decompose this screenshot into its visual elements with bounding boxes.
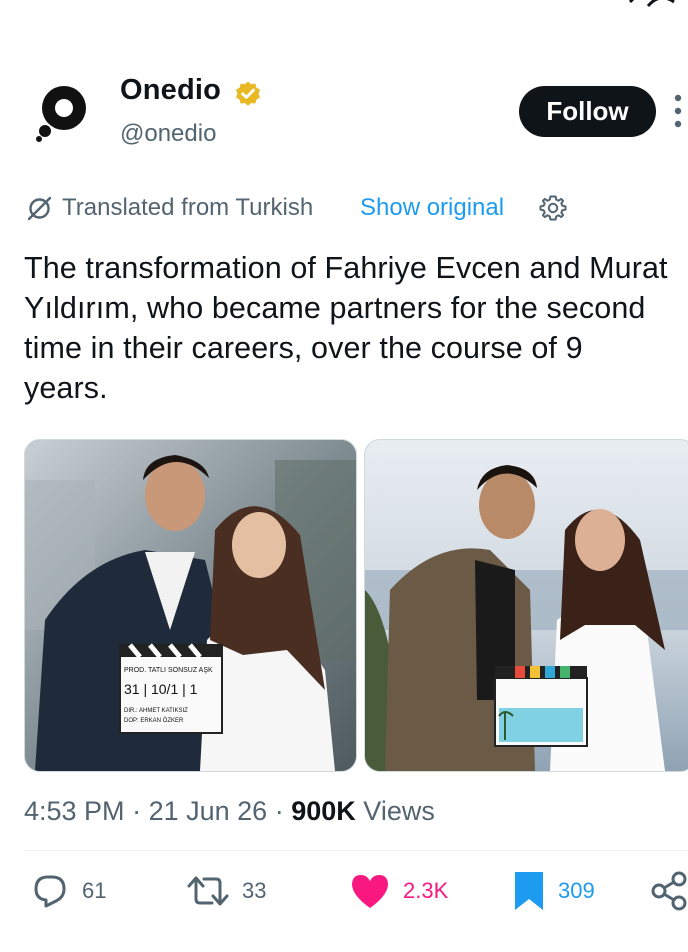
clapper-text: DIR.: AHMET KATIKSIZ bbox=[124, 708, 188, 714]
author-display-name[interactable]: Onedio bbox=[120, 74, 221, 107]
repost-count: 33 bbox=[242, 878, 267, 903]
more-options-icon[interactable] bbox=[672, 93, 684, 129]
tweet-date[interactable]: 21 Jun 26 bbox=[149, 796, 268, 826]
clapper-text: DOP: ERKAN ÖZKER bbox=[124, 717, 184, 724]
avatar[interactable] bbox=[26, 78, 94, 146]
onedio-logo-icon bbox=[36, 86, 86, 142]
divider bbox=[24, 850, 688, 851]
gear-icon[interactable] bbox=[539, 194, 567, 222]
repost-button[interactable]: 33 bbox=[186, 868, 266, 914]
share-icon bbox=[651, 871, 687, 911]
clapper-text: PROD. TATLI SONSUZ AŞK bbox=[124, 667, 213, 674]
partial-icon bbox=[628, 0, 675, 8]
clapper-text: 31 | 10/1 | 1 bbox=[124, 681, 198, 697]
translated-from-label: Translated from Turkish bbox=[62, 194, 314, 221]
reply-icon bbox=[34, 875, 66, 908]
bookmark-count: 309 bbox=[558, 878, 595, 903]
share-button[interactable] bbox=[650, 868, 688, 914]
views-count: 900K bbox=[291, 796, 356, 826]
tweet-photo-1[interactable]: PROD. TATLI SONSUZ AŞK 31 | 10/1 | 1 DIR… bbox=[24, 439, 357, 772]
translate-off-icon bbox=[27, 196, 52, 221]
show-original-link[interactable]: Show original bbox=[360, 194, 504, 222]
views-label: Views bbox=[363, 796, 435, 826]
photo-illustration-1: PROD. TATLI SONSUZ AŞK 31 | 10/1 | 1 DIR… bbox=[25, 440, 356, 771]
tweet-text: The transformation of Fahriye Evcen and … bbox=[24, 251, 668, 405]
bookmark-button[interactable]: 309 bbox=[512, 868, 595, 914]
tweet-meta: 4:53 PM · 21 Jun 26 · 900K Views bbox=[24, 796, 435, 827]
reply-count: 61 bbox=[82, 878, 107, 903]
follow-button[interactable]: Follow bbox=[519, 86, 656, 137]
repost-icon bbox=[187, 876, 229, 906]
verified-badge-icon[interactable] bbox=[234, 80, 262, 108]
heart-icon bbox=[352, 875, 388, 908]
meta-separator: · bbox=[132, 796, 142, 826]
photo-illustration-2 bbox=[365, 440, 688, 771]
tweet-photo-2[interactable] bbox=[364, 439, 688, 772]
like-button[interactable]: 2.3K bbox=[349, 868, 448, 914]
bookmark-icon bbox=[515, 872, 543, 910]
tweet-time[interactable]: 4:53 PM bbox=[24, 796, 125, 826]
author-handle[interactable]: @onedio bbox=[120, 120, 216, 148]
meta-separator: · bbox=[274, 796, 284, 826]
like-count: 2.3K bbox=[403, 878, 449, 903]
reply-button[interactable]: 61 bbox=[30, 868, 106, 914]
